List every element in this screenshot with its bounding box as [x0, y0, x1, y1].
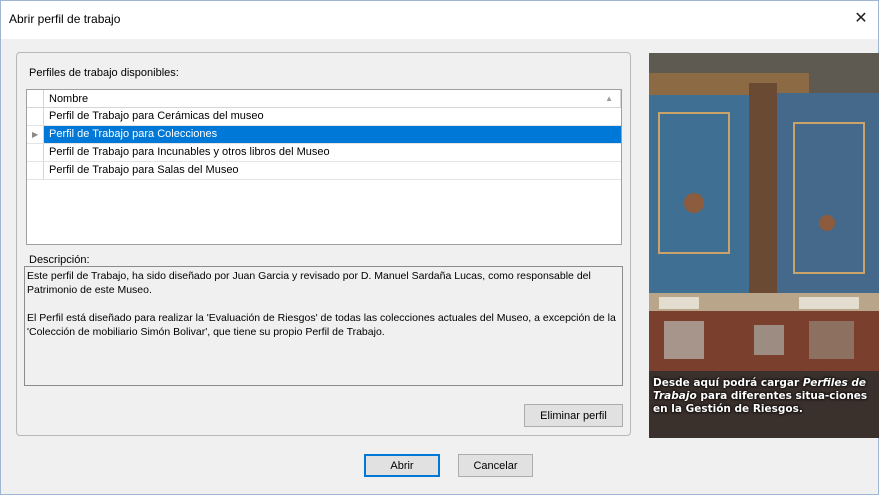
table-row-selected[interactable]: ▶ Perfil de Trabajo para Colecciones [27, 126, 621, 144]
profile-name-cell[interactable]: Perfil de Trabajo para Incunables y otro… [44, 144, 621, 161]
column-divider [620, 90, 621, 107]
close-button[interactable]: ✕ [844, 1, 878, 35]
current-row-arrow-icon: ▶ [32, 130, 39, 139]
profile-name-cell[interactable]: Perfil de Trabajo para Cerámicas del mus… [44, 108, 621, 125]
table-row[interactable]: Perfil de Trabajo para Incunables y otro… [27, 144, 621, 162]
image-caption: Desde aquí podrá cargar Perfiles de Trab… [653, 377, 879, 416]
caption-text: Desde aquí podrá cargar [653, 377, 803, 389]
profile-name-cell[interactable]: Perfil de Trabajo para Salas del Museo [44, 162, 621, 179]
window-title: Abrir perfil de trabajo [9, 12, 121, 26]
profiles-group: Perfiles de trabajo disponibles: Nombre … [16, 52, 631, 436]
dialog-window: Abrir perfil de trabajo ✕ Perfiles de tr… [0, 0, 879, 495]
profile-name-cell[interactable]: Perfil de Trabajo para Colecciones [44, 126, 621, 143]
description-paragraph: El Perfil está diseñado para realizar la… [27, 312, 616, 338]
description-textbox[interactable]: Este perfil de Trabajo, ha sido diseñado… [24, 266, 623, 386]
fresco-image: Desde aquí podrá cargar Perfiles de Trab… [649, 53, 879, 438]
row-selector[interactable]: ▶ [27, 126, 44, 143]
row-selector[interactable] [27, 108, 44, 125]
header-row-selector [27, 90, 44, 107]
column-header-name[interactable]: Nombre [49, 93, 88, 105]
title-bar: Abrir perfil de trabajo ✕ [1, 1, 878, 39]
profiles-grid[interactable]: Nombre ▲ Perfil de Trabajo para Cerámica… [26, 89, 622, 245]
delete-profile-button[interactable]: Eliminar perfil [524, 404, 623, 427]
row-selector[interactable] [27, 144, 44, 161]
profiles-label: Perfiles de trabajo disponibles: [29, 67, 179, 79]
row-selector[interactable] [27, 162, 44, 179]
description-label: Descripción: [29, 254, 90, 266]
open-button[interactable]: Abrir [364, 454, 440, 477]
description-paragraph: Este perfil de Trabajo, ha sido diseñado… [27, 270, 591, 296]
table-row[interactable]: Perfil de Trabajo para Salas del Museo [27, 162, 621, 180]
close-icon: ✕ [854, 10, 868, 27]
grid-header: Nombre ▲ [27, 90, 621, 108]
table-row[interactable]: Perfil de Trabajo para Cerámicas del mus… [27, 108, 621, 126]
cancel-button[interactable]: Cancelar [458, 454, 533, 477]
sort-ascending-icon: ▲ [605, 94, 613, 103]
